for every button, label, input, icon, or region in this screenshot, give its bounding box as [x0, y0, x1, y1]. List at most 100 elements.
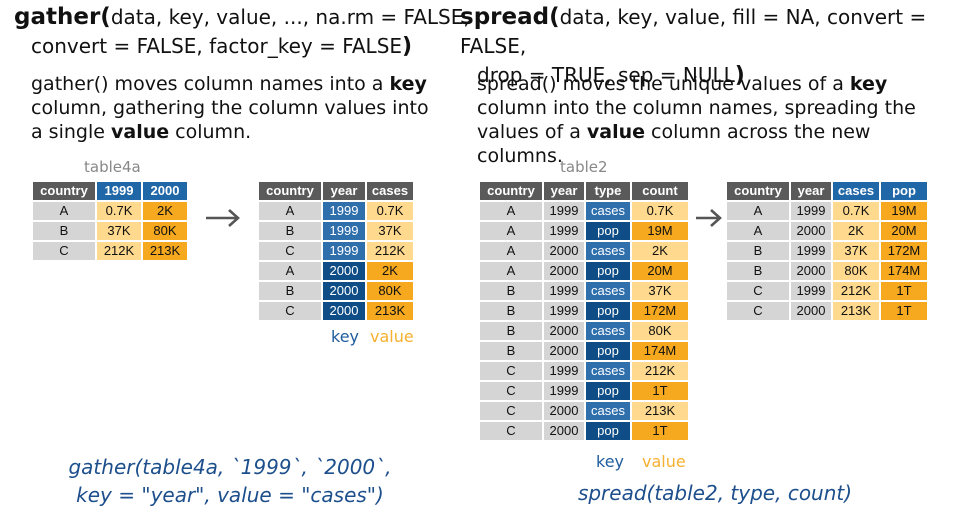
gather-call-line1: gather(table4a, `1999`, `2000`,	[68, 455, 392, 479]
spread-key-label: key	[596, 452, 625, 471]
table-cell: B	[727, 242, 789, 260]
table-cell: cases	[586, 282, 630, 300]
table-cell: 1999	[323, 242, 365, 260]
arrow-right-icon	[696, 209, 722, 227]
table-cell: 1T	[881, 302, 927, 320]
table-cell: 0.7K	[833, 202, 879, 220]
table-cell: B	[259, 282, 321, 300]
gather-call-line2: key = "year", value = "cases")	[76, 483, 384, 507]
table-cell: 2K	[833, 222, 879, 240]
table-cell: 1999	[544, 362, 584, 380]
table-header: country	[33, 182, 95, 200]
table-row: A 1999 cases 0.7K	[480, 202, 688, 220]
table-row: C 1999 212K 1T	[727, 282, 927, 300]
table-cell: 2000	[544, 322, 584, 340]
table-header: cases	[367, 182, 413, 200]
table-cell: C	[727, 282, 789, 300]
table-header: 2000	[143, 182, 187, 200]
table-cell: 2000	[544, 262, 584, 280]
table-cell: 174M	[881, 262, 927, 280]
table-cell: B	[727, 262, 789, 280]
spread-desc-value: value	[586, 121, 646, 143]
table-cell: 213K	[632, 402, 688, 420]
table-cell: cases	[586, 202, 630, 220]
table-row: B 2000 pop 174M	[480, 342, 688, 360]
table-cell: pop	[586, 302, 630, 320]
table-cell: 1999	[544, 382, 584, 400]
table-cell: C	[259, 242, 321, 260]
spread-function-name: spread(	[460, 4, 560, 30]
table-cell: 2000	[544, 402, 584, 420]
table-cell: 2000	[323, 282, 365, 300]
table-cell: 19M	[632, 222, 688, 240]
table-header: pop	[881, 182, 927, 200]
gather-signature: gather(data, key, value, ..., na.rm = FA…	[14, 3, 470, 61]
table-cell: 2000	[323, 302, 365, 320]
table-cell: 2K	[143, 202, 187, 220]
gather-args-line1: data, key, value, ..., na.rm = FALSE,	[110, 5, 470, 29]
table-row: C 2000 pop 1T	[480, 422, 688, 440]
table-row: C 2000 213K 1T	[727, 302, 927, 320]
spread-value-label: value	[642, 452, 686, 471]
table-cell: C	[259, 302, 321, 320]
table-cell: C	[480, 382, 542, 400]
table-header: country	[480, 182, 542, 200]
table-header: year	[791, 182, 831, 200]
table-row: C 212K 213K	[33, 242, 187, 260]
spread-description: spread() moves the unique values of a ke…	[477, 72, 947, 168]
table-row: C 2000 213K	[259, 302, 413, 320]
table-cell: 2K	[632, 242, 688, 260]
table-cell: 37K	[833, 242, 879, 260]
table-row: A 2000 cases 2K	[480, 242, 688, 260]
gather-input-table-name: table4a	[84, 158, 141, 176]
table-row: C 1999 212K	[259, 242, 413, 260]
table-cell: A	[480, 202, 542, 220]
table-cell: 1999	[791, 202, 831, 220]
gather-desc-part3: column.	[169, 121, 252, 143]
gather-call-example: gather(table4a, `1999`, `2000`, key = "y…	[40, 453, 420, 509]
table-row: A 1999 0.7K	[259, 202, 413, 220]
table-cell: 213K	[833, 302, 879, 320]
table-cell: 37K	[97, 222, 141, 240]
table-cell: 2000	[791, 302, 831, 320]
table-cell: pop	[586, 382, 630, 400]
table-header: count	[632, 182, 688, 200]
table-cell: 2000	[544, 342, 584, 360]
table-cell: 212K	[833, 282, 879, 300]
table-cell: 2000	[544, 242, 584, 260]
table-row: C 1999 cases 212K	[480, 362, 688, 380]
table-cell: C	[480, 402, 542, 420]
table-cell: cases	[586, 362, 630, 380]
table-cell: B	[480, 302, 542, 320]
table-cell: 1999	[791, 282, 831, 300]
table-cell: C	[480, 362, 542, 380]
table-cell: 213K	[367, 302, 413, 320]
table-cell: A	[727, 202, 789, 220]
table-header: 1999	[97, 182, 141, 200]
table-cell: 212K	[632, 362, 688, 380]
table-cell: B	[33, 222, 95, 240]
table-cell: 0.7K	[632, 202, 688, 220]
spread-call-example: spread(table2, type, count)	[577, 481, 853, 505]
table-header: year	[323, 182, 365, 200]
table-cell: B	[480, 322, 542, 340]
table-row: B 1999 37K	[259, 222, 413, 240]
gather-desc-part1: gather() moves column names into a	[31, 73, 390, 95]
table-cell: A	[259, 262, 321, 280]
table-cell: 0.7K	[367, 202, 413, 220]
table-cell: C	[33, 242, 95, 260]
table-header: country	[727, 182, 789, 200]
table-cell: pop	[586, 422, 630, 440]
table-row: A 1999 pop 19M	[480, 222, 688, 240]
table-row: C 2000 cases 213K	[480, 402, 688, 420]
table-cell: pop	[586, 262, 630, 280]
table-cell: 1T	[632, 422, 688, 440]
table-cell: 1999	[323, 202, 365, 220]
gather-input-table: country 1999 2000 A 0.7K 2K B 37K 80K C …	[31, 180, 189, 262]
table-header: type	[586, 182, 630, 200]
table-cell: A	[480, 242, 542, 260]
table-cell: 1999	[544, 222, 584, 240]
table-row: A 2000 2K 20M	[727, 222, 927, 240]
table-cell: 2000	[323, 262, 365, 280]
table-cell: 0.7K	[97, 202, 141, 220]
